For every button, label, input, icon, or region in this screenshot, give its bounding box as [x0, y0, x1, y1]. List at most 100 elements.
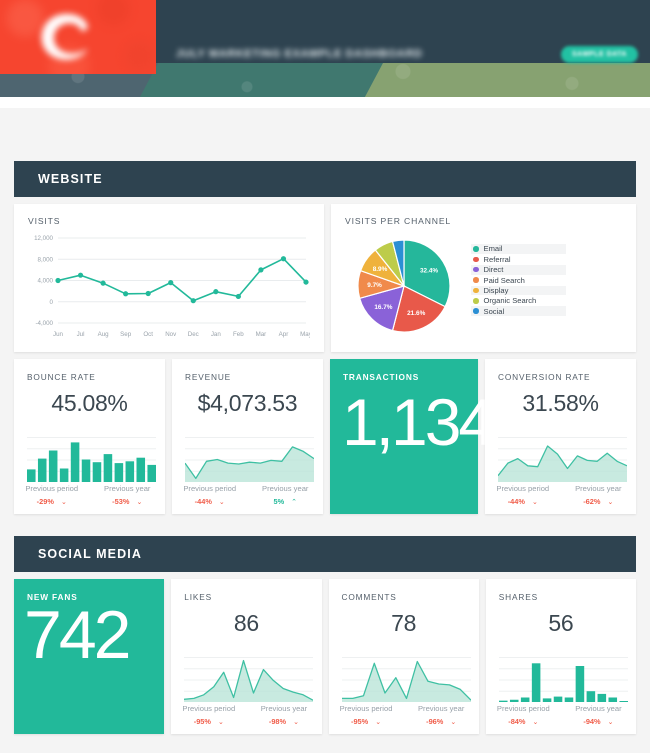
- kpi-comparison-previous-year: Previous year 5% ⌃: [247, 484, 323, 506]
- legend-item[interactable]: Direct: [471, 264, 567, 275]
- svg-text:Oct: Oct: [143, 331, 153, 338]
- arrow-down-icon: ⌄: [450, 719, 457, 726]
- area-sparkline: [497, 437, 628, 483]
- legend-color-dot: [473, 277, 479, 283]
- website-kpi-row: BOUNCE RATE 45.08% Previous period -29% ⌄ Pre…: [14, 359, 637, 514]
- svg-text:21.6%: 21.6%: [407, 310, 425, 317]
- kpi-sparkline: [497, 437, 628, 483]
- svg-text:Sep: Sep: [120, 331, 132, 338]
- comparison-label: Previous period: [25, 484, 79, 493]
- legend-color-dot: [473, 246, 479, 252]
- kpi-title: CONVERSION RATE: [498, 372, 591, 382]
- section-title-social: SOCIAL MEDIA: [38, 547, 142, 561]
- kpi-comparison-footer: Previous period -44% ⌄ Previous year 5% ⌃: [172, 484, 323, 506]
- area-sparkline: [341, 657, 471, 703]
- legend-label: Direct: [483, 265, 504, 275]
- legend-label: Display: [483, 285, 509, 295]
- channel-legend: Email Referral Direct Paid Search Display Org…: [471, 230, 567, 342]
- comparison-value: -29% ⌄: [36, 497, 67, 506]
- kpi-comparison-previous-period: Previous period -29% ⌄: [14, 484, 90, 506]
- svg-text:32.4%: 32.4%: [420, 268, 438, 275]
- svg-text:9.7%: 9.7%: [367, 282, 382, 289]
- legend-item[interactable]: Email: [471, 244, 567, 254]
- arrow-down-icon: ⌄: [293, 719, 299, 726]
- comparison-label: Previous year: [575, 484, 622, 493]
- comparison-value: -95% ⌄: [350, 717, 382, 726]
- channel-chart-card: VISITS PER CHANNEL 32.4% 21.6% 16.7% 9.7% 8.…: [331, 204, 636, 352]
- kpi-comparison-previous-period: Previous period -95% ⌄: [329, 704, 404, 726]
- svg-text:8,000: 8,000: [38, 256, 54, 263]
- arrow-down-icon: ⌄: [218, 499, 225, 506]
- kpi-value: 56: [548, 610, 574, 636]
- channel-chart-title: VISITS PER CHANNEL: [345, 216, 452, 226]
- channel-pie-svg: 32.4% 21.6% 16.7% 9.7% 8.9%: [357, 239, 451, 333]
- dashboard-title: JULY MARKETING EXAMPLE DASHBOARD: [176, 48, 423, 60]
- area-sparkline: [184, 657, 314, 703]
- comparison-value: -98% ⌄: [268, 717, 299, 726]
- kpi-title: LIKES: [184, 592, 213, 602]
- kpi-comparison-previous-year: Previous year -96% ⌄: [404, 704, 479, 726]
- kpi-card-new-fans[interactable]: NEW FANS 742: [14, 579, 165, 734]
- comparison-value: -53% ⌄: [112, 497, 143, 506]
- legend-color-dot: [473, 256, 479, 263]
- kpi-comparison-previous-period: Previous period -44% ⌄: [172, 484, 248, 506]
- kpi-comparison-footer: Previous period -95% ⌄ Previous year -96% ⌄: [329, 704, 479, 726]
- area-sparkline: [184, 437, 315, 483]
- svg-text:0: 0: [50, 299, 54, 306]
- comparison-label: Previous year: [104, 484, 151, 493]
- comparison-value: 5% ⌃: [273, 497, 298, 506]
- svg-text:Jan: Jan: [211, 331, 222, 338]
- arrow-down-icon: ⌄: [531, 499, 538, 506]
- kpi-card-transactions[interactable]: TRANSACTIONS 1,134: [329, 359, 495, 514]
- kpi-value: 86: [233, 610, 259, 636]
- kpi-title: TRANSACTIONS: [342, 372, 420, 382]
- kpi-comparison-footer: Previous period -29% ⌄ Previous year -53% ⌄: [14, 484, 165, 506]
- legend-item[interactable]: Social: [471, 306, 567, 317]
- svg-text:16.7%: 16.7%: [374, 304, 392, 311]
- legend-color-dot: [473, 266, 479, 273]
- kpi-card-bounce-rate[interactable]: BOUNCE RATE 45.08% Previous period -29% ⌄ Pre…: [14, 359, 165, 514]
- kpi-card-shares[interactable]: SHARES 56 Previous period -84% ⌄ Previous yea…: [485, 579, 636, 734]
- comparison-value: -44% ⌄: [194, 497, 225, 506]
- top-banner: JULY MARKETING EXAMPLE DASHBOARD SAMPLE …: [0, 0, 650, 108]
- kpi-card-comments[interactable]: COMMENTS 78 Previous period -95% ⌄ Previous y…: [328, 579, 479, 734]
- kpi-title: SHARES: [498, 592, 538, 602]
- comparison-value: -62% ⌄: [583, 497, 614, 506]
- arrow-down-icon: ⌄: [60, 499, 67, 506]
- legend-label: Social: [483, 306, 505, 316]
- svg-text:Apr: Apr: [279, 331, 289, 338]
- comparison-label: Previous period: [496, 484, 550, 493]
- comparison-value: -44% ⌄: [507, 497, 538, 506]
- comparison-label: Previous period: [183, 484, 237, 493]
- comparison-label: Previous year: [575, 704, 622, 713]
- company-logo[interactable]: [0, 0, 156, 74]
- svg-text:Nov: Nov: [165, 331, 177, 338]
- visits-chart-title: VISITS: [28, 216, 61, 226]
- arrow-up-icon: ⌃: [291, 499, 298, 506]
- kpi-comparison-previous-year: Previous year -62% ⌄: [561, 484, 637, 506]
- svg-text:May: May: [300, 331, 310, 338]
- kpi-value: 742: [24, 597, 131, 673]
- social-kpi-row: NEW FANS 742 LIKES 86 Previous period -95% ⌄ Pr…: [14, 579, 636, 734]
- legend-item[interactable]: Paid Search: [471, 275, 566, 285]
- kpi-value: $4,073.53: [197, 390, 298, 416]
- svg-text:Jul: Jul: [77, 331, 85, 338]
- kpi-value: 45.08%: [51, 390, 128, 416]
- comparison-value: -94% ⌄: [583, 717, 614, 726]
- sample-data-badge[interactable]: SAMPLE DATA: [560, 46, 638, 63]
- section-title-website: WEBSITE: [38, 172, 103, 186]
- legend-item[interactable]: Referral: [471, 254, 566, 264]
- legend-item[interactable]: Display: [471, 285, 567, 296]
- arrow-down-icon: ⌄: [218, 719, 224, 726]
- legend-item[interactable]: Organic Search: [471, 296, 566, 306]
- svg-text:Feb: Feb: [233, 331, 244, 338]
- comparison-label: Previous year: [262, 484, 309, 493]
- kpi-card-conversion-rate[interactable]: CONVERSION RATE 31.58% Previous period -44%…: [485, 359, 637, 514]
- arrow-down-icon: ⌄: [607, 499, 614, 506]
- legend-color-dot: [473, 298, 479, 304]
- kpi-card-likes[interactable]: LIKES 86 Previous period -95% ⌄ Previous year…: [171, 579, 322, 734]
- comparison-value: -95% ⌄: [193, 717, 224, 726]
- kpi-card-revenue[interactable]: REVENUE $4,073.53 Previous period -44% ⌄ Prev…: [171, 359, 323, 514]
- legend-label: Paid Search: [483, 275, 525, 285]
- legend-label: Organic Search: [483, 296, 537, 306]
